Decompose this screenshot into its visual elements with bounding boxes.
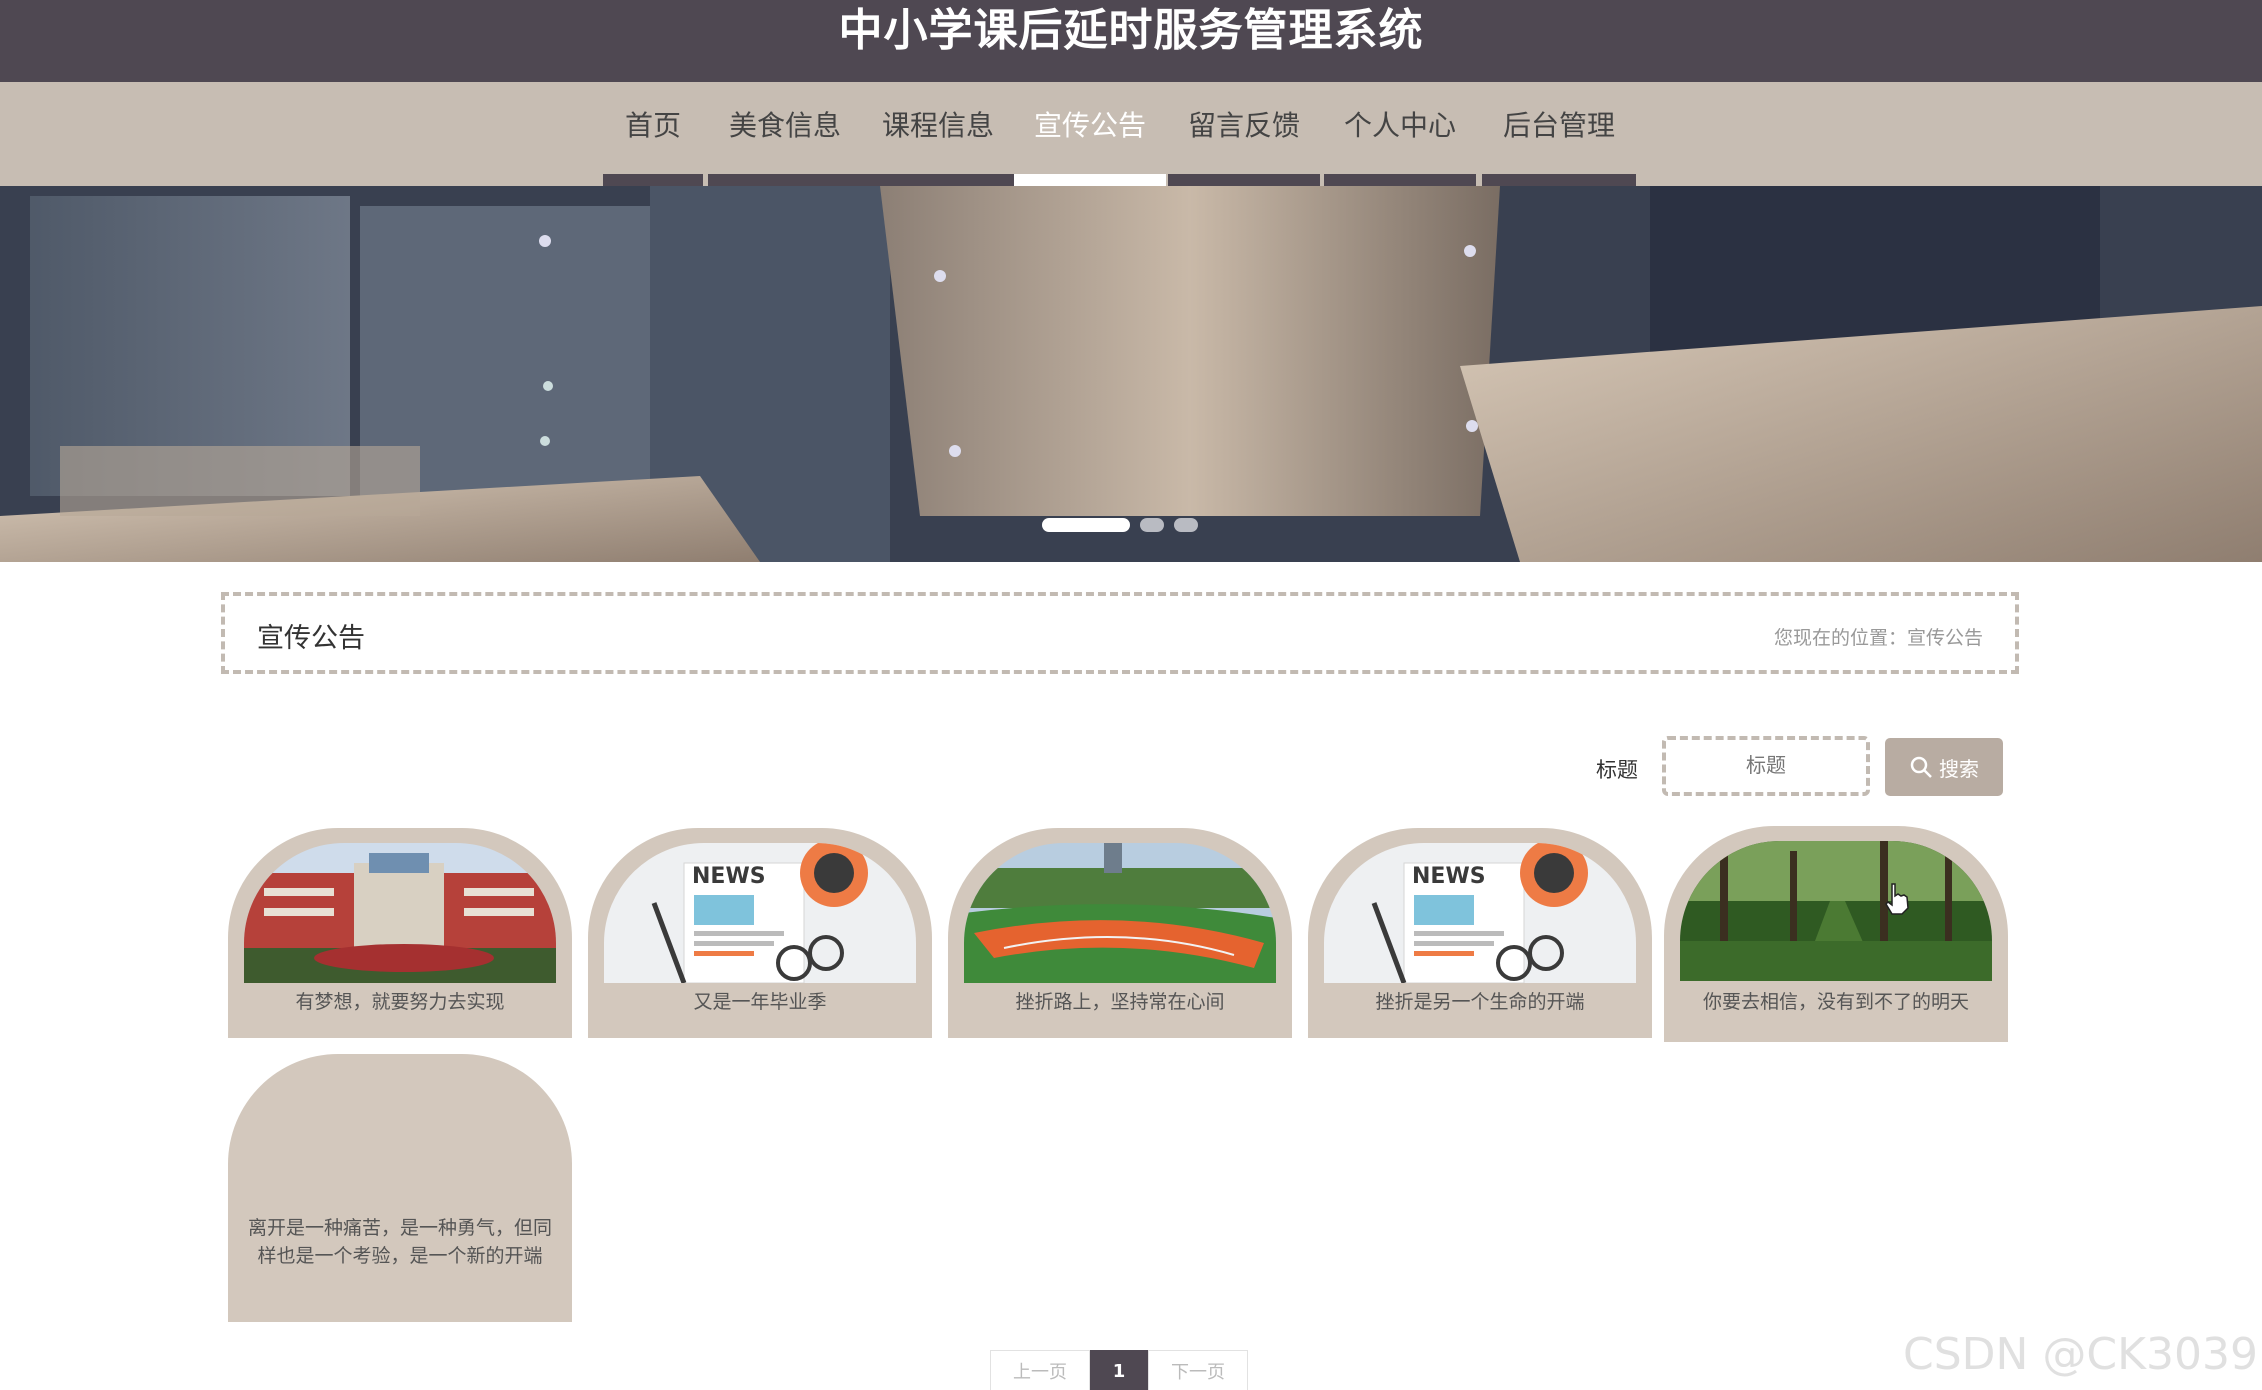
nav-item-label: 课程信息 [881,109,994,142]
nav-item-food[interactable]: 美食信息 [708,82,862,186]
prev-page-button[interactable]: 上一页 [990,1350,1090,1390]
announcement-card[interactable]: 你要去相信，没有到不了的明天 [1664,826,2008,1042]
card-title: 挫折路上，坚持常在心间 [1015,991,1225,1013]
carousel-dot-2[interactable] [1140,518,1164,532]
nav-item-label: 后台管理 [1502,109,1615,142]
announcement-card[interactable]: NEWS 挫折是另一个生命的开端 [1308,828,1652,1038]
nav-item-label: 首页 [624,109,681,142]
card-image [244,843,556,983]
nav-item-announcements[interactable]: 宣传公告 [1014,82,1166,186]
nav-item-courses[interactable]: 课程信息 [862,82,1014,186]
card-title: 又是一年毕业季 [693,991,827,1013]
search-button-label: 搜索 [1939,756,1979,781]
announcement-card[interactable]: 离开是一种痛苦，是一种勇气，但同样也是一个考验，是一个新的开端 [228,1054,572,1322]
announcement-card[interactable]: 有梦想，就要努力去实现 [228,828,572,1038]
carousel-dot-1[interactable] [1042,518,1130,532]
watermark: CSDN @CK3039 [1903,1329,2258,1380]
nav-item-admin[interactable]: 后台管理 [1482,82,1636,186]
card-title: 挫折是另一个生命的开端 [1375,991,1585,1013]
carousel-dot-3[interactable] [1174,518,1198,532]
nav-item-label: 个人中心 [1343,109,1456,142]
search-label: 标题 [1596,758,1638,782]
card-image: NEWS [1324,843,1636,983]
nav-item-profile[interactable]: 个人中心 [1324,82,1476,186]
next-page-button[interactable]: 下一页 [1148,1350,1248,1390]
nav-item-label: 宣传公告 [1033,109,1146,142]
page-number-current[interactable]: 1 [1090,1350,1148,1390]
breadcrumb: 宣传公告 您现在的位置：宣传公告 [221,592,2019,674]
nav-item-label: 美食信息 [728,109,841,142]
search-input[interactable] [1662,736,1870,796]
announcement-card[interactable]: 挫折路上，坚持常在心间 [948,828,1292,1038]
site-title: 中小学课后延时服务管理系统 [0,0,2262,82]
breadcrumb-path: 您现在的位置：宣传公告 [1773,627,1983,649]
card-title: 你要去相信，没有到不了的明天 [1702,991,1969,1013]
card-title: 离开是一种痛苦，是一种勇气，但同样也是一个考验，是一个新的开端 [247,1217,552,1267]
card-title: 有梦想，就要努力去实现 [295,991,505,1013]
banner-image [0,186,2262,562]
card-image: NEWS [604,843,916,983]
page-title: 宣传公告 [257,623,365,654]
search-button[interactable]: 搜索 [1885,738,2003,796]
hero-banner [0,186,2262,562]
hand-cursor-icon [1885,883,1909,915]
nav-item-feedback[interactable]: 留言反馈 [1168,82,1320,186]
svg-text:NEWS: NEWS [692,864,766,889]
announcement-card[interactable]: NEWS 又是一年毕业季 [588,828,932,1038]
nav-item-label: 留言反馈 [1187,109,1300,142]
card-image [1680,841,1992,981]
svg-text:NEWS: NEWS [1412,864,1486,889]
nav-item-home[interactable]: 首页 [603,82,703,186]
card-image [964,843,1276,983]
main-nav: 首页 美食信息 课程信息 宣传公告 留言反馈 个人中心 后台管理 [0,82,2262,186]
search-icon [1910,756,1932,778]
